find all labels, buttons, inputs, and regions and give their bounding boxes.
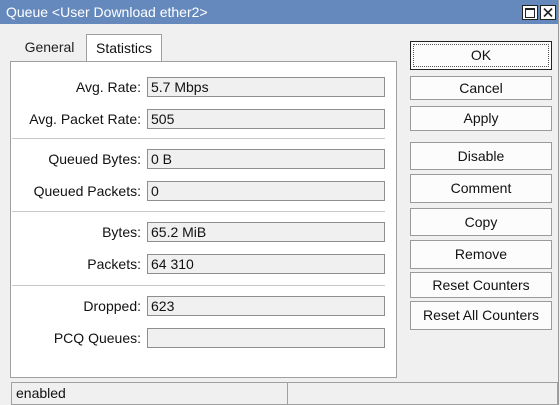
dropped-label: Dropped: <box>83 298 141 314</box>
avg-packet-rate-field[interactable]: 505 <box>147 109 385 129</box>
bytes-field[interactable]: 65.2 MiB <box>147 222 385 242</box>
status-secondary <box>287 382 558 405</box>
reset-all-counters-button[interactable]: Reset All Counters <box>410 301 552 330</box>
reset-counters-button[interactable]: Reset Counters <box>410 272 552 298</box>
packets-field[interactable]: 64 310 <box>147 254 385 274</box>
queued-bytes-field[interactable]: 0 B <box>147 149 385 169</box>
window-title: Queue <User Download ether2> <box>6 4 208 20</box>
divider <box>12 138 385 139</box>
packets-label: Packets: <box>87 256 141 272</box>
queue-window: Queue <User Download ether2> General Sta… <box>0 0 559 405</box>
avg-rate-field[interactable]: 5.7 Mbps <box>147 77 385 97</box>
comment-button[interactable]: Comment <box>410 174 552 203</box>
disable-button[interactable]: Disable <box>410 142 552 170</box>
remove-button[interactable]: Remove <box>410 240 552 269</box>
apply-button[interactable]: Apply <box>410 106 552 131</box>
queued-packets-field[interactable]: 0 <box>147 181 385 201</box>
queued-bytes-label: Queued Bytes: <box>48 151 141 167</box>
cancel-button[interactable]: Cancel <box>410 76 552 100</box>
dropped-field[interactable]: 623 <box>147 296 385 316</box>
copy-button[interactable]: Copy <box>410 208 552 236</box>
title-bar[interactable]: Queue <User Download ether2> <box>0 0 558 24</box>
status-text: enabled <box>11 382 288 405</box>
close-icon[interactable] <box>540 5 556 20</box>
maximize-icon[interactable] <box>522 5 538 20</box>
queued-packets-label: Queued Packets: <box>33 183 141 199</box>
tab-statistics[interactable]: Statistics <box>86 34 162 62</box>
divider <box>12 211 385 212</box>
avg-packet-rate-label: Avg. Packet Rate: <box>29 111 141 127</box>
avg-rate-label: Avg. Rate: <box>75 79 141 95</box>
pcq-queues-label: PCQ Queues: <box>53 330 141 346</box>
tab-general[interactable]: General <box>12 34 87 62</box>
pcq-queues-field[interactable] <box>147 328 385 348</box>
ok-button[interactable]: OK <box>410 41 552 70</box>
bytes-label: Bytes: <box>102 224 141 240</box>
divider <box>12 285 385 286</box>
